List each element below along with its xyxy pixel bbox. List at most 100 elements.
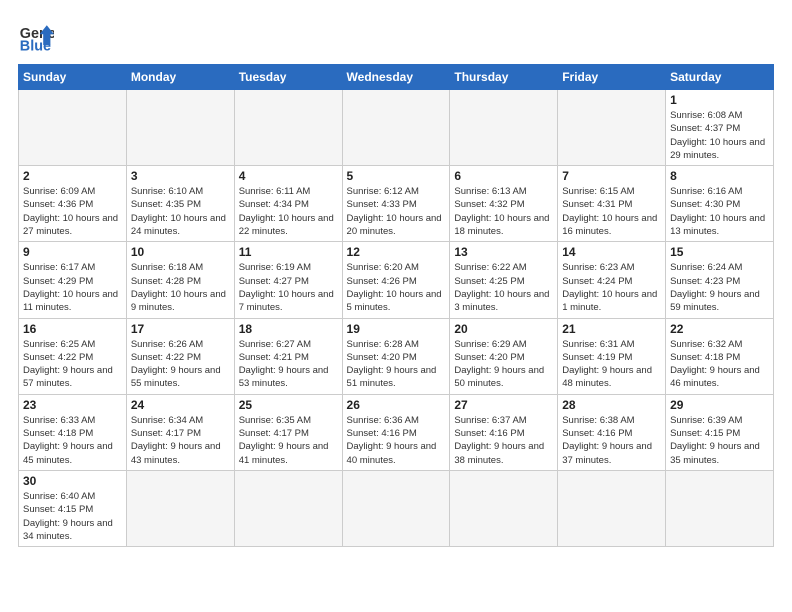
day-info: Sunrise: 6:27 AM Sunset: 4:21 PM Dayligh…	[239, 338, 338, 391]
day-info: Sunrise: 6:09 AM Sunset: 4:36 PM Dayligh…	[23, 185, 122, 238]
calendar-cell	[558, 90, 666, 166]
calendar-header: SundayMondayTuesdayWednesdayThursdayFrid…	[19, 65, 774, 90]
day-number: 7	[562, 169, 661, 183]
day-info: Sunrise: 6:24 AM Sunset: 4:23 PM Dayligh…	[670, 261, 769, 314]
calendar-cell: 10Sunrise: 6:18 AM Sunset: 4:28 PM Dayli…	[126, 242, 234, 318]
calendar-cell: 19Sunrise: 6:28 AM Sunset: 4:20 PM Dayli…	[342, 318, 450, 394]
day-number: 18	[239, 322, 338, 336]
day-number: 4	[239, 169, 338, 183]
calendar-cell: 6Sunrise: 6:13 AM Sunset: 4:32 PM Daylig…	[450, 166, 558, 242]
weekday-header-wednesday: Wednesday	[342, 65, 450, 90]
day-number: 16	[23, 322, 122, 336]
calendar-cell: 2 Sunrise: 6:09 AM Sunset: 4:36 PM Daylig…	[19, 166, 127, 242]
day-info: Sunrise: 6:10 AM Sunset: 4:35 PM Dayligh…	[131, 185, 230, 238]
page: General Blue SundayMondayTuesdayWednesda…	[0, 0, 792, 612]
calendar-cell	[558, 470, 666, 546]
day-number: 9	[23, 245, 122, 259]
calendar-cell: 14 Sunrise: 6:23 AM Sunset: 4:24 PM Dayli…	[558, 242, 666, 318]
calendar-cell: 20 Sunrise: 6:29 AM Sunset: 4:20 PM Dayli…	[450, 318, 558, 394]
calendar-cell: 13 Sunrise: 6:22 AM Sunset: 4:25 PM Dayli…	[450, 242, 558, 318]
day-number: 22	[670, 322, 769, 336]
calendar-cell: 17Sunrise: 6:26 AM Sunset: 4:22 PM Dayli…	[126, 318, 234, 394]
calendar-cell: 22 Sunrise: 6:32 AM Sunset: 4:18 PM Dayli…	[666, 318, 774, 394]
calendar-cell: 23Sunrise: 6:33 AM Sunset: 4:18 PM Dayli…	[19, 394, 127, 470]
day-info: Sunrise: 6:23 AM Sunset: 4:24 PM Dayligh…	[562, 261, 661, 314]
day-info: Sunrise: 6:11 AM Sunset: 4:34 PM Dayligh…	[239, 185, 338, 238]
calendar-cell: 29Sunrise: 6:39 AM Sunset: 4:15 PM Dayli…	[666, 394, 774, 470]
day-info: Sunrise: 6:12 AM Sunset: 4:33 PM Dayligh…	[347, 185, 446, 238]
weekday-header-sunday: Sunday	[19, 65, 127, 90]
day-number: 21	[562, 322, 661, 336]
day-info: Sunrise: 6:38 AM Sunset: 4:16 PM Dayligh…	[562, 414, 661, 467]
calendar-cell	[126, 90, 234, 166]
calendar-week-row: 1Sunrise: 6:08 AM Sunset: 4:37 PM Daylig…	[19, 90, 774, 166]
day-info: Sunrise: 6:22 AM Sunset: 4:25 PM Dayligh…	[454, 261, 553, 314]
calendar-cell: 21 Sunrise: 6:31 AM Sunset: 4:19 PM Dayli…	[558, 318, 666, 394]
weekday-header-row: SundayMondayTuesdayWednesdayThursdayFrid…	[19, 65, 774, 90]
day-info: Sunrise: 6:31 AM Sunset: 4:19 PM Dayligh…	[562, 338, 661, 391]
calendar-cell: 7 Sunrise: 6:15 AM Sunset: 4:31 PM Daylig…	[558, 166, 666, 242]
calendar-cell: 28 Sunrise: 6:38 AM Sunset: 4:16 PM Dayli…	[558, 394, 666, 470]
weekday-header-tuesday: Tuesday	[234, 65, 342, 90]
calendar-table: SundayMondayTuesdayWednesdayThursdayFrid…	[18, 64, 774, 547]
day-info: Sunrise: 6:19 AM Sunset: 4:27 PM Dayligh…	[239, 261, 338, 314]
day-info: Sunrise: 6:34 AM Sunset: 4:17 PM Dayligh…	[131, 414, 230, 467]
day-number: 3	[131, 169, 230, 183]
day-number: 14	[562, 245, 661, 259]
day-info: Sunrise: 6:26 AM Sunset: 4:22 PM Dayligh…	[131, 338, 230, 391]
calendar-week-row: 23Sunrise: 6:33 AM Sunset: 4:18 PM Dayli…	[19, 394, 774, 470]
calendar-cell: 18 Sunrise: 6:27 AM Sunset: 4:21 PM Dayli…	[234, 318, 342, 394]
day-number: 20	[454, 322, 553, 336]
calendar-cell: 8 Sunrise: 6:16 AM Sunset: 4:30 PM Daylig…	[666, 166, 774, 242]
day-number: 28	[562, 398, 661, 412]
calendar-cell: 1Sunrise: 6:08 AM Sunset: 4:37 PM Daylig…	[666, 90, 774, 166]
day-info: Sunrise: 6:16 AM Sunset: 4:30 PM Dayligh…	[670, 185, 769, 238]
day-number: 13	[454, 245, 553, 259]
day-number: 2	[23, 169, 122, 183]
day-number: 5	[347, 169, 446, 183]
calendar-cell: 15 Sunrise: 6:24 AM Sunset: 4:23 PM Dayli…	[666, 242, 774, 318]
logo: General Blue	[18, 18, 58, 54]
logo-icon: General Blue	[18, 18, 54, 54]
day-number: 6	[454, 169, 553, 183]
day-info: Sunrise: 6:36 AM Sunset: 4:16 PM Dayligh…	[347, 414, 446, 467]
calendar-cell: 25Sunrise: 6:35 AM Sunset: 4:17 PM Dayli…	[234, 394, 342, 470]
day-info: Sunrise: 6:18 AM Sunset: 4:28 PM Dayligh…	[131, 261, 230, 314]
calendar-cell: 24Sunrise: 6:34 AM Sunset: 4:17 PM Dayli…	[126, 394, 234, 470]
day-number: 8	[670, 169, 769, 183]
calendar-cell: 30 Sunrise: 6:40 AM Sunset: 4:15 PM Dayli…	[19, 470, 127, 546]
header: General Blue	[18, 18, 774, 54]
calendar-week-row: 9 Sunrise: 6:17 AM Sunset: 4:29 PM Daylig…	[19, 242, 774, 318]
calendar-week-row: 30 Sunrise: 6:40 AM Sunset: 4:15 PM Dayli…	[19, 470, 774, 546]
day-number: 27	[454, 398, 553, 412]
calendar-cell	[19, 90, 127, 166]
calendar-cell	[126, 470, 234, 546]
day-number: 19	[347, 322, 446, 336]
day-number: 26	[347, 398, 446, 412]
calendar-cell: 5 Sunrise: 6:12 AM Sunset: 4:33 PM Daylig…	[342, 166, 450, 242]
day-info: Sunrise: 6:08 AM Sunset: 4:37 PM Dayligh…	[670, 109, 769, 162]
calendar-cell	[234, 470, 342, 546]
day-number: 29	[670, 398, 769, 412]
weekday-header-friday: Friday	[558, 65, 666, 90]
calendar-cell: 12Sunrise: 6:20 AM Sunset: 4:26 PM Dayli…	[342, 242, 450, 318]
day-info: Sunrise: 6:40 AM Sunset: 4:15 PM Dayligh…	[23, 490, 122, 543]
calendar-cell: 4 Sunrise: 6:11 AM Sunset: 4:34 PM Daylig…	[234, 166, 342, 242]
calendar-cell: 3 Sunrise: 6:10 AM Sunset: 4:35 PM Daylig…	[126, 166, 234, 242]
calendar-cell: 16Sunrise: 6:25 AM Sunset: 4:22 PM Dayli…	[19, 318, 127, 394]
day-number: 15	[670, 245, 769, 259]
calendar-cell: 11Sunrise: 6:19 AM Sunset: 4:27 PM Dayli…	[234, 242, 342, 318]
day-info: Sunrise: 6:29 AM Sunset: 4:20 PM Dayligh…	[454, 338, 553, 391]
day-info: Sunrise: 6:17 AM Sunset: 4:29 PM Dayligh…	[23, 261, 122, 314]
weekday-header-thursday: Thursday	[450, 65, 558, 90]
day-number: 25	[239, 398, 338, 412]
day-info: Sunrise: 6:15 AM Sunset: 4:31 PM Dayligh…	[562, 185, 661, 238]
day-info: Sunrise: 6:32 AM Sunset: 4:18 PM Dayligh…	[670, 338, 769, 391]
calendar-cell	[666, 470, 774, 546]
day-info: Sunrise: 6:37 AM Sunset: 4:16 PM Dayligh…	[454, 414, 553, 467]
calendar-cell	[342, 90, 450, 166]
calendar-week-row: 16Sunrise: 6:25 AM Sunset: 4:22 PM Dayli…	[19, 318, 774, 394]
calendar-cell: 27 Sunrise: 6:37 AM Sunset: 4:16 PM Dayli…	[450, 394, 558, 470]
calendar-cell	[234, 90, 342, 166]
day-number: 30	[23, 474, 122, 488]
